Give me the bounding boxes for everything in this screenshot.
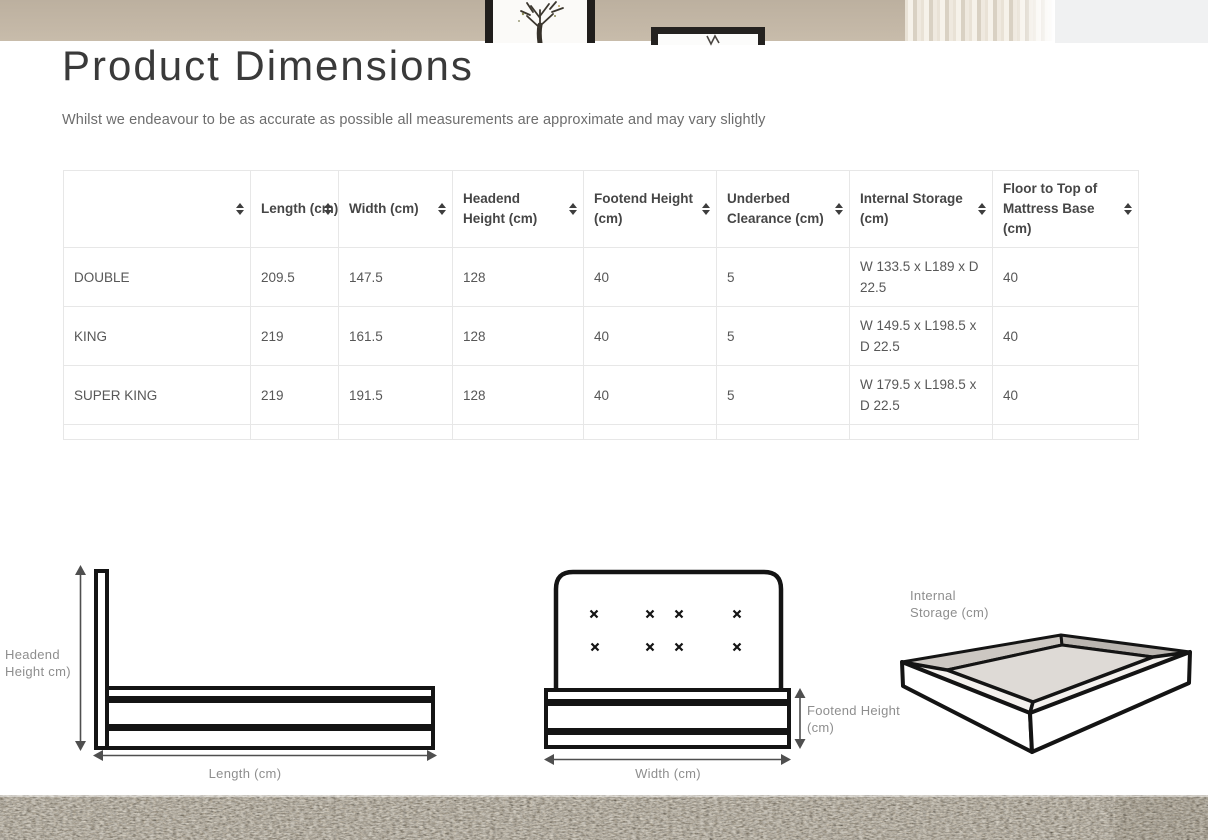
storage-diagram [902,635,1190,752]
value-cell: 128 [453,248,584,307]
value-cell: 147.5 [339,248,453,307]
value-cell: 40 [584,366,717,425]
value-cell: 5 [717,307,850,366]
tree-picture-frame [485,0,595,43]
value-cell: 5 [717,248,850,307]
value-cell: W 133.5 x L189 x D 22.5 [850,248,993,307]
sort-icon [569,203,577,215]
page-subtitle: Whilst we endeavour to be as accurate as… [62,112,766,128]
value-cell: 40 [584,248,717,307]
column-header-headend-height-cm[interactable]: Headend Height (cm) [453,171,584,248]
tree-art-icon [493,0,587,43]
column-label: Internal Storage (cm) [860,191,963,226]
table-row: SUPER KING219191.5128405W 179.5 x L198.5… [64,366,1139,425]
column-header-row-label[interactable] [64,171,251,248]
headend-height-label: Headend Height cm) [5,646,71,680]
table-row: KING219161.5128405W 149.5 x L198.5 x D 2… [64,307,1139,366]
sort-icon [702,203,710,215]
dimensions-table: Length (cm) Width (cm) Headend Height (cm)… [63,170,1139,440]
width-arrow [544,754,791,765]
value-cell: 191.5 [339,366,453,425]
empty-row [64,425,1139,440]
length-label: Length (cm) [145,765,345,782]
width-label: Width (cm) [568,765,768,782]
column-label: Underbed Clearance (cm) [727,191,824,226]
column-label: Headend Height (cm) [463,191,537,226]
size-name-cell: DOUBLE [64,248,251,307]
value-cell: W 179.5 x L198.5 x D 22.5 [850,366,993,425]
column-label: Floor to Top of Mattress Base (cm) [1003,181,1097,236]
value-cell: 128 [453,307,584,366]
value-cell: 161.5 [339,307,453,366]
carpet-photo-strip [0,795,1208,840]
headend-height-arrow [75,565,86,751]
value-cell: 128 [453,366,584,425]
column-header-footend-height-cm[interactable]: Footend Height (cm) [584,171,717,248]
bedroom-wall [0,0,910,41]
column-header-width-cm[interactable]: Width (cm) [339,171,453,248]
value-cell: 40 [584,307,717,366]
column-label: Width (cm) [349,201,419,216]
column-header-internal-storage-cm[interactable]: Internal Storage (cm) [850,171,993,248]
table-row: DOUBLE209.5147.5128405W 133.5 x L189 x D… [64,248,1139,307]
front-view-diagram [544,572,806,765]
length-arrow [93,750,437,761]
column-header-length-cm[interactable]: Length (cm) [251,171,339,248]
table-header-row: Length (cm) Width (cm) Headend Height (cm)… [64,171,1139,248]
sort-icon [236,203,244,215]
value-cell: 40 [993,307,1139,366]
size-name-cell: KING [64,307,251,366]
side-view-diagram [75,565,437,761]
value-cell: 219 [251,307,339,366]
sort-icon [978,203,986,215]
picture-mark-icon [658,34,758,47]
value-cell: 5 [717,366,850,425]
column-header-underbed-clearance-cm[interactable]: Underbed Clearance (cm) [717,171,850,248]
dimension-diagrams: Headend Height cm) Length (cm) Width (cm… [0,552,1208,795]
window-light-panel [1055,0,1208,43]
small-picture-frame [651,27,765,45]
product-dimensions-page: Product Dimensions Whilst we endeavour t… [0,0,1208,840]
value-cell: W 149.5 x L198.5 x D 22.5 [850,307,993,366]
sort-icon [835,203,843,215]
size-name-cell: SUPER KING [64,366,251,425]
page-title: Product Dimensions [62,42,474,90]
footend-height-label: Footend Height (cm) [807,702,900,736]
sort-icon [438,203,446,215]
value-cell: 209.5 [251,248,339,307]
internal-storage-label: Internal Storage (cm) [910,587,989,621]
column-header-floor-to-top-of-mattress-base-cm[interactable]: Floor to Top of Mattress Base (cm) [993,171,1139,248]
sort-icon [1124,203,1132,215]
value-cell: 219 [251,366,339,425]
value-cell: 40 [993,248,1139,307]
footend-height-arrow [795,688,806,749]
diagram-canvas [0,552,1208,795]
sort-icon [324,203,332,215]
value-cell: 40 [993,366,1139,425]
column-label: Footend Height (cm) [594,191,693,226]
curtain [905,0,1055,41]
